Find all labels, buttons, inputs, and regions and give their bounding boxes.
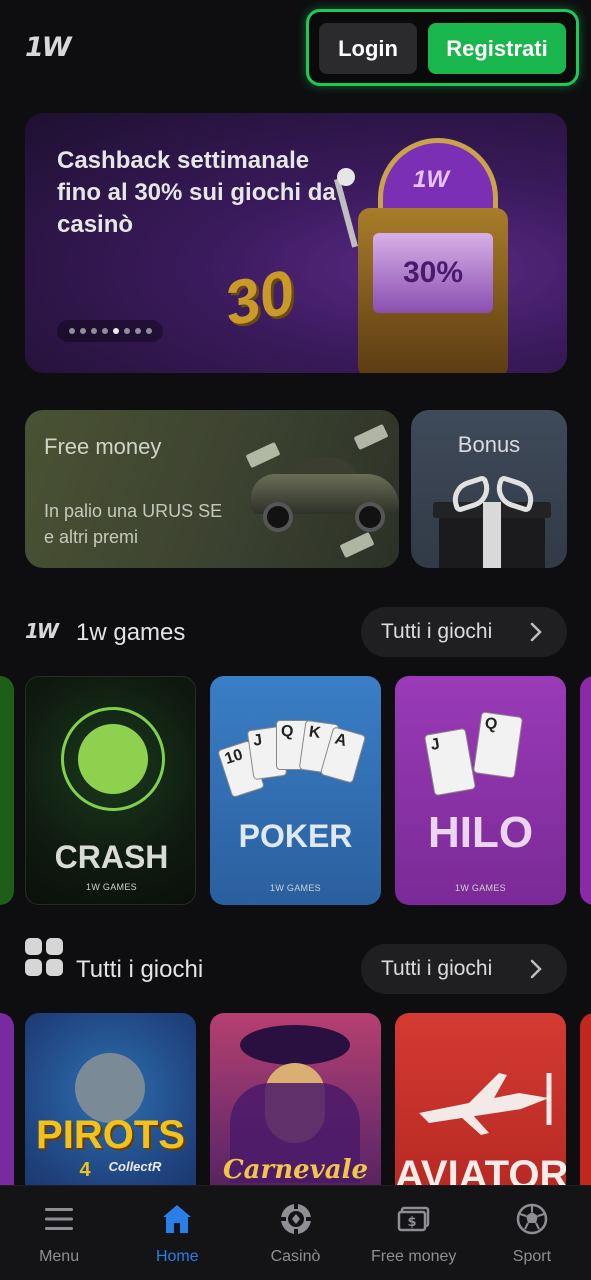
carousel-dot[interactable] (90, 328, 97, 334)
game-tile-partial[interactable] (0, 676, 14, 905)
nav-label: Home (155, 1248, 199, 1265)
nav-label: Free money (371, 1248, 457, 1265)
carousel-indicator (57, 320, 163, 342)
see-all-button[interactable]: Tutti i giochi (361, 607, 567, 657)
game-tile-carnevale[interactable]: Carnevale (210, 1013, 381, 1185)
airplane-icon (419, 1073, 552, 1135)
hat-illustration (240, 1025, 350, 1065)
money-bill-illustration (353, 423, 389, 451)
grid-icon (25, 938, 63, 976)
svg-text:$: $ (407, 1215, 416, 1230)
bottom-navigation: Menu Home Casinò $ Free money Sport (0, 1185, 591, 1280)
game-title: AVIATOR (395, 1153, 566, 1185)
nav-item-casino[interactable]: Casinò (236, 1186, 354, 1280)
nav-item-free-money[interactable]: $ Free money (355, 1186, 473, 1280)
slot-reels: 30% (373, 233, 493, 313)
see-all-button[interactable]: Tutti i giochi (361, 944, 567, 994)
slot-logo: 1W (413, 166, 449, 193)
casino-chip-icon (279, 1203, 312, 1235)
chevron-right-icon (530, 622, 542, 642)
nav-item-menu[interactable]: Menu (0, 1186, 118, 1280)
money-bill-illustration (339, 531, 375, 559)
section-title: Tutti i giochi (76, 956, 204, 983)
see-all-label: Tutti i giochi (381, 620, 493, 643)
game-subtitle: CollectR (108, 1159, 162, 1174)
carousel-dot[interactable] (79, 328, 86, 334)
game-tile-partial[interactable] (0, 1013, 14, 1185)
game-tile-partial[interactable] (580, 1013, 591, 1185)
hero-banner[interactable]: Cashback settimanale fino al 30% sui gio… (25, 113, 567, 373)
home-icon (163, 1205, 192, 1233)
game-tile-crash[interactable]: CRASH 1W GAMES (25, 676, 196, 905)
carousel-dot[interactable] (145, 328, 152, 334)
game-tile-pirots[interactable]: PIROTS 4 CollectR (25, 1013, 196, 1185)
auth-buttons-group: Login Registrati (306, 9, 579, 86)
money-bill-icon: $ (397, 1206, 429, 1232)
chevron-right-icon (530, 959, 542, 979)
carousel-dot-active[interactable] (112, 328, 119, 334)
see-all-label: Tutti i giochi (381, 957, 493, 980)
promo-bonus-title: Bonus (457, 432, 521, 457)
slot-machine-illustration: 1W 30% (334, 138, 508, 373)
hero-title: Cashback settimanale fino al 30% sui gio… (57, 147, 336, 238)
gift-ribbon (483, 502, 501, 568)
car-illustration (251, 452, 399, 532)
car-wheel (355, 502, 385, 532)
game-tile-hilo[interactable]: J Q HILO 1W GAMES (395, 676, 566, 905)
header: 1W Login Registrati (0, 0, 591, 100)
car-wheel (263, 502, 293, 532)
nav-label: Casinò (270, 1248, 321, 1265)
nav-item-sport[interactable]: Sport (473, 1186, 591, 1280)
playing-card: Q (472, 711, 524, 779)
game-title: CRASH (54, 839, 169, 875)
hero-art-30: 30 (218, 257, 301, 340)
login-button[interactable]: Login (319, 23, 417, 74)
nav-item-home[interactable]: Home (118, 1186, 236, 1280)
section-1w-logo-icon: 1W (25, 619, 59, 643)
game-provider: 1W GAMES (270, 883, 321, 893)
carousel-dot[interactable] (123, 328, 130, 334)
game-title: Carnevale (222, 1155, 369, 1185)
section-title: 1w games (76, 619, 186, 646)
section-header-1w-games: 1W 1w games Tutti i giochi (25, 607, 567, 659)
onew-games-row: CRASH 1W GAMES 10 J Q K A POKER 1W GAMES… (0, 676, 591, 906)
promo-free-money-title: Free money (44, 434, 162, 459)
game-title: POKER (238, 818, 353, 854)
game-provider: 1W GAMES (455, 883, 506, 893)
game-tile-aviator[interactable]: AVIATOR (395, 1013, 566, 1185)
crash-ball-graphic (78, 724, 148, 794)
carousel-dot[interactable] (134, 328, 141, 334)
carousel-dot[interactable] (101, 328, 108, 334)
hamburger-icon (45, 1208, 74, 1230)
nav-label: Menu (39, 1248, 80, 1265)
section-header-all-games: Tutti i giochi Tutti i giochi (25, 938, 567, 996)
game-tile-poker[interactable]: 10 J Q K A POKER 1W GAMES (210, 676, 381, 905)
soccer-ball-icon (516, 1203, 548, 1235)
promo-card-free-money[interactable]: Free money In palio una URUS SE e altri … (25, 410, 399, 568)
game-title: PIROTS (36, 1113, 185, 1157)
game-title: HILO (427, 808, 534, 857)
carousel-dot[interactable] (68, 328, 75, 334)
register-button[interactable]: Registrati (428, 23, 566, 74)
brand-logo[interactable]: 1W (25, 32, 72, 63)
promo-free-money-subtitle: In palio una URUS SE e altri premi (44, 501, 223, 547)
slot-lever-ball (337, 168, 355, 186)
all-games-row: PIROTS 4 CollectR Carnevale AVIATOR (0, 1013, 591, 1185)
nav-label: Sport (512, 1248, 552, 1265)
playing-card: J (423, 727, 477, 797)
promo-card-bonus[interactable]: Bonus (411, 410, 567, 568)
game-tile-partial[interactable] (580, 676, 591, 905)
game-provider: 1W GAMES (86, 882, 137, 892)
